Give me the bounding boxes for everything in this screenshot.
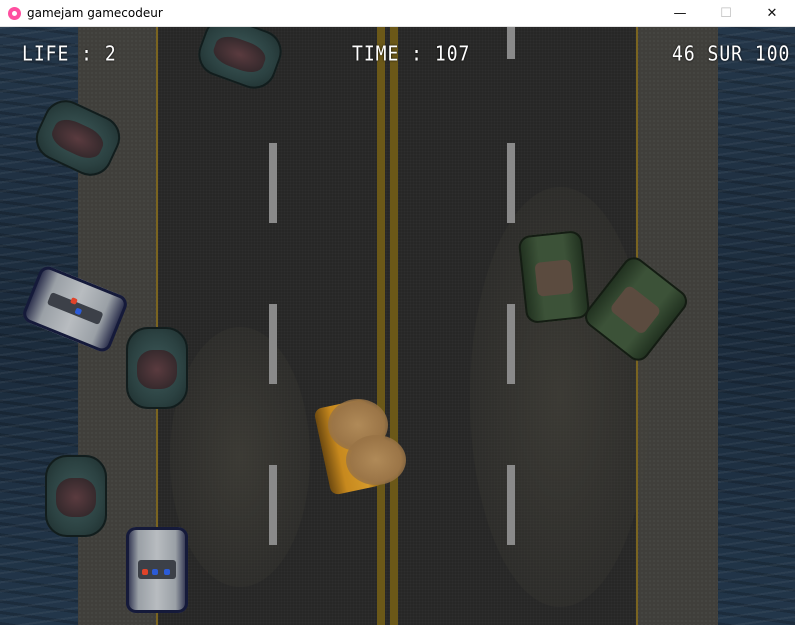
explosion-cloud (346, 435, 406, 485)
dirt-patch (170, 327, 310, 587)
enemy-beetle-car (126, 327, 188, 409)
window-titlebar[interactable]: gamejam gamecodeur — ☐ ✕ (0, 0, 795, 27)
life-counter: LIFE : 2 (22, 42, 117, 67)
water-right (716, 27, 795, 625)
enemy-beetle-car (45, 455, 107, 537)
app-icon (8, 6, 21, 20)
lane-dash (269, 465, 277, 545)
enemy-green-car (517, 229, 591, 325)
lane-dash (507, 465, 515, 545)
window-controls: — ☐ ✕ (657, 0, 795, 26)
enemy-police-car (126, 527, 188, 613)
lane-dash (507, 143, 515, 223)
center-line-left (377, 27, 385, 625)
lane-dash (269, 304, 277, 384)
window-title: gamejam gamecodeur (27, 6, 163, 20)
lane-dash (507, 27, 515, 59)
maximize-button[interactable]: ☐ (703, 0, 749, 26)
close-button[interactable]: ✕ (749, 0, 795, 26)
lane-dash (269, 143, 277, 223)
time-counter: TIME : 107 (352, 42, 471, 67)
lane-dash (507, 304, 515, 384)
game-canvas[interactable]: LIFE : 2 TIME : 107 46 SUR 100 (0, 27, 795, 625)
center-line-right (390, 27, 398, 625)
minimize-button[interactable]: — (657, 0, 703, 26)
score-counter: 46 SUR 100 (672, 42, 791, 67)
